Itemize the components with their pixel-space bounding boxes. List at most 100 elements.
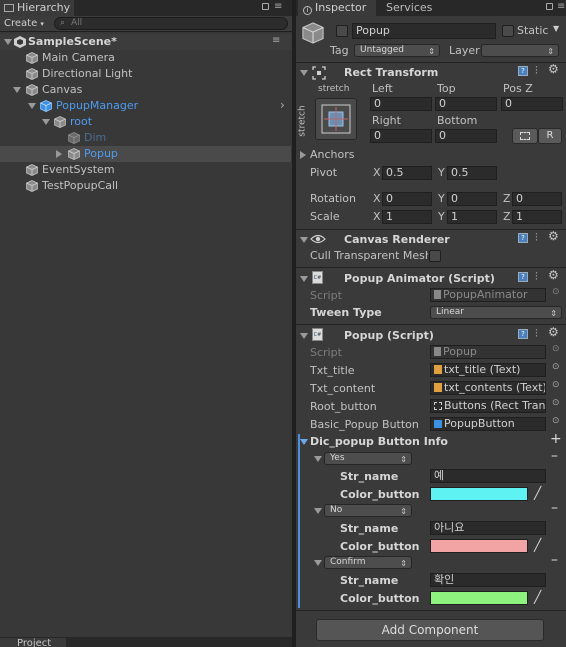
component-foldout-arrow-icon[interactable] bbox=[300, 237, 308, 243]
entry-key-dropdown-no[interactable]: No ⇕ bbox=[324, 504, 412, 517]
hierarchy-item-root[interactable]: root bbox=[0, 114, 291, 130]
right-field[interactable]: 0 bbox=[370, 129, 432, 143]
layer-dropdown[interactable]: ⇕ bbox=[481, 44, 559, 57]
gear-icon[interactable]: ⚙ bbox=[548, 268, 559, 282]
hierarchy-item-testpopupcall[interactable]: TestPopupCall bbox=[0, 178, 291, 194]
component-foldout-arrow-icon[interactable] bbox=[300, 333, 308, 339]
static-dropdown-arrow-icon[interactable]: ▼ bbox=[553, 24, 559, 33]
object-picker-icon[interactable]: ⊙ bbox=[552, 362, 560, 372]
add-component-button[interactable]: Add Component bbox=[316, 619, 544, 641]
eyedropper-icon[interactable]: ╱ bbox=[534, 538, 541, 552]
str-name-field-no[interactable]: 아니요 bbox=[430, 521, 546, 535]
component-foldout-arrow-icon[interactable] bbox=[300, 276, 308, 282]
hierarchy-item-eventsystem[interactable]: EventSystem bbox=[0, 162, 291, 178]
object-picker-icon[interactable]: ⊙ bbox=[552, 416, 560, 426]
scene-row[interactable]: SampleScene* ≡ bbox=[0, 34, 291, 50]
pivot-y-field[interactable]: 0.5 bbox=[447, 166, 497, 180]
scale-y-field[interactable]: 1 bbox=[447, 210, 497, 224]
preset-sliders-icon[interactable]: ⫶ bbox=[535, 231, 538, 245]
expand-arrow-icon[interactable] bbox=[56, 150, 62, 158]
object-picker-icon[interactable]: ⊙ bbox=[552, 398, 560, 408]
basic-popup-button-object-field[interactable]: PopupButton bbox=[430, 417, 546, 431]
remove-entry-icon[interactable]: – bbox=[551, 500, 558, 516]
component-foldout-arrow-icon[interactable] bbox=[300, 70, 308, 76]
posz-field[interactable]: 0 bbox=[501, 97, 563, 111]
anchor-presets-button[interactable] bbox=[315, 98, 357, 140]
expand-arrow-icon[interactable] bbox=[13, 87, 21, 93]
str-name-field-confirm[interactable]: 확인 bbox=[430, 573, 546, 587]
lock-icon[interactable] bbox=[262, 3, 269, 10]
rotation-x-field[interactable]: 0 bbox=[382, 192, 432, 206]
top-field[interactable]: 0 bbox=[435, 97, 497, 111]
expand-arrow-icon[interactable] bbox=[28, 103, 36, 109]
object-picker-icon[interactable]: ⊙ bbox=[552, 380, 560, 390]
hierarchy-item-popupmanager[interactable]: PopupManager › bbox=[0, 98, 291, 114]
entry-foldout-arrow-icon[interactable] bbox=[314, 508, 322, 514]
panel-menu-icon[interactable]: ≡ bbox=[274, 1, 282, 12]
lock-icon[interactable] bbox=[546, 3, 553, 10]
txt-content-object-field[interactable]: txt_contents (Text) bbox=[430, 381, 546, 395]
top-label: Top bbox=[437, 82, 456, 95]
color-swatch-yes[interactable] bbox=[430, 487, 528, 501]
pivot-x-field[interactable]: 0.5 bbox=[382, 166, 432, 180]
gear-icon[interactable]: ⚙ bbox=[548, 325, 559, 339]
hierarchy-item-dim[interactable]: Dim bbox=[0, 130, 291, 146]
cull-transparent-mesh-checkbox[interactable] bbox=[429, 250, 441, 262]
bottom-field[interactable]: 0 bbox=[435, 129, 497, 143]
color-swatch-no[interactable] bbox=[430, 539, 528, 553]
raw-edit-button[interactable]: R bbox=[538, 128, 562, 144]
tag-dropdown[interactable]: Untagged ⇕ bbox=[354, 44, 440, 57]
gear-icon[interactable]: ⚙ bbox=[548, 62, 559, 76]
remove-entry-icon[interactable]: – bbox=[551, 448, 558, 464]
gear-icon[interactable]: ⚙ bbox=[548, 229, 559, 243]
entry-key-dropdown-yes[interactable]: Yes ⇕ bbox=[324, 452, 412, 465]
expand-arrow-icon[interactable] bbox=[42, 119, 50, 125]
tween-type-dropdown[interactable]: Linear ⇕ bbox=[430, 306, 562, 319]
create-button[interactable]: Create ▾ bbox=[4, 17, 44, 31]
remove-entry-icon[interactable]: – bbox=[551, 552, 558, 568]
add-entry-icon[interactable]: + bbox=[550, 431, 562, 447]
entry-foldout-arrow-icon[interactable] bbox=[314, 456, 322, 462]
tab-inspector[interactable]: i Inspector bbox=[298, 0, 376, 16]
color-swatch-confirm[interactable] bbox=[430, 591, 528, 605]
object-picker-icon[interactable]: ⊙ bbox=[552, 287, 560, 297]
eyedropper-icon[interactable]: ╱ bbox=[534, 590, 541, 604]
eyedropper-icon[interactable]: ╱ bbox=[534, 486, 541, 500]
scene-menu-icon[interactable]: ≡ bbox=[272, 35, 280, 46]
expand-arrow-icon[interactable] bbox=[4, 39, 12, 45]
hierarchy-item-directional-light[interactable]: Directional Light bbox=[0, 66, 291, 82]
help-book-icon[interactable]: ? bbox=[518, 272, 528, 282]
tab-project[interactable]: Project bbox=[0, 638, 66, 647]
object-picker-icon[interactable]: ⊙ bbox=[552, 344, 560, 354]
preset-sliders-icon[interactable]: ⫶ bbox=[535, 327, 538, 341]
tab-hierarchy[interactable]: Hierarchy bbox=[0, 0, 74, 16]
static-checkbox[interactable] bbox=[502, 25, 514, 37]
help-book-icon[interactable]: ? bbox=[518, 233, 528, 243]
str-name-field-yes[interactable]: 예 bbox=[430, 469, 546, 483]
txt-title-object-field[interactable]: txt_title (Text) bbox=[430, 363, 546, 377]
chevron-right-icon[interactable]: › bbox=[280, 98, 285, 112]
entry-foldout-arrow-icon[interactable] bbox=[314, 560, 322, 566]
anchors-foldout-arrow-icon[interactable] bbox=[300, 151, 306, 159]
hierarchy-item-canvas[interactable]: Canvas bbox=[0, 82, 291, 98]
preset-sliders-icon[interactable]: ⫶ bbox=[535, 64, 538, 78]
hierarchy-item-popup[interactable]: Popup bbox=[0, 146, 291, 162]
help-book-icon[interactable]: ? bbox=[518, 329, 528, 339]
scale-z-field[interactable]: 1 bbox=[512, 210, 562, 224]
rotation-y-field[interactable]: 0 bbox=[447, 192, 497, 206]
entry-key-dropdown-confirm[interactable]: Confirm ⇕ bbox=[324, 556, 412, 569]
help-book-icon[interactable]: ? bbox=[518, 66, 528, 76]
active-toggle-checkbox[interactable] bbox=[336, 25, 348, 37]
rotation-z-field[interactable]: 0 bbox=[512, 192, 562, 206]
blueprint-mode-button[interactable] bbox=[512, 128, 538, 144]
root-button-object-field[interactable]: Buttons (Rect Transform) bbox=[430, 399, 546, 413]
panel-menu-icon[interactable]: ≡ bbox=[557, 1, 565, 12]
tab-services[interactable]: Services bbox=[378, 0, 438, 16]
left-field[interactable]: 0 bbox=[370, 97, 432, 111]
preset-sliders-icon[interactable]: ⫶ bbox=[535, 270, 538, 284]
hierarchy-item-main-camera[interactable]: Main Camera bbox=[0, 50, 291, 66]
object-name-field[interactable]: Popup bbox=[352, 23, 496, 39]
dictionary-foldout-arrow-icon[interactable] bbox=[300, 439, 308, 445]
search-input[interactable]: ⌕ All bbox=[54, 17, 288, 30]
scale-x-field[interactable]: 1 bbox=[382, 210, 432, 224]
